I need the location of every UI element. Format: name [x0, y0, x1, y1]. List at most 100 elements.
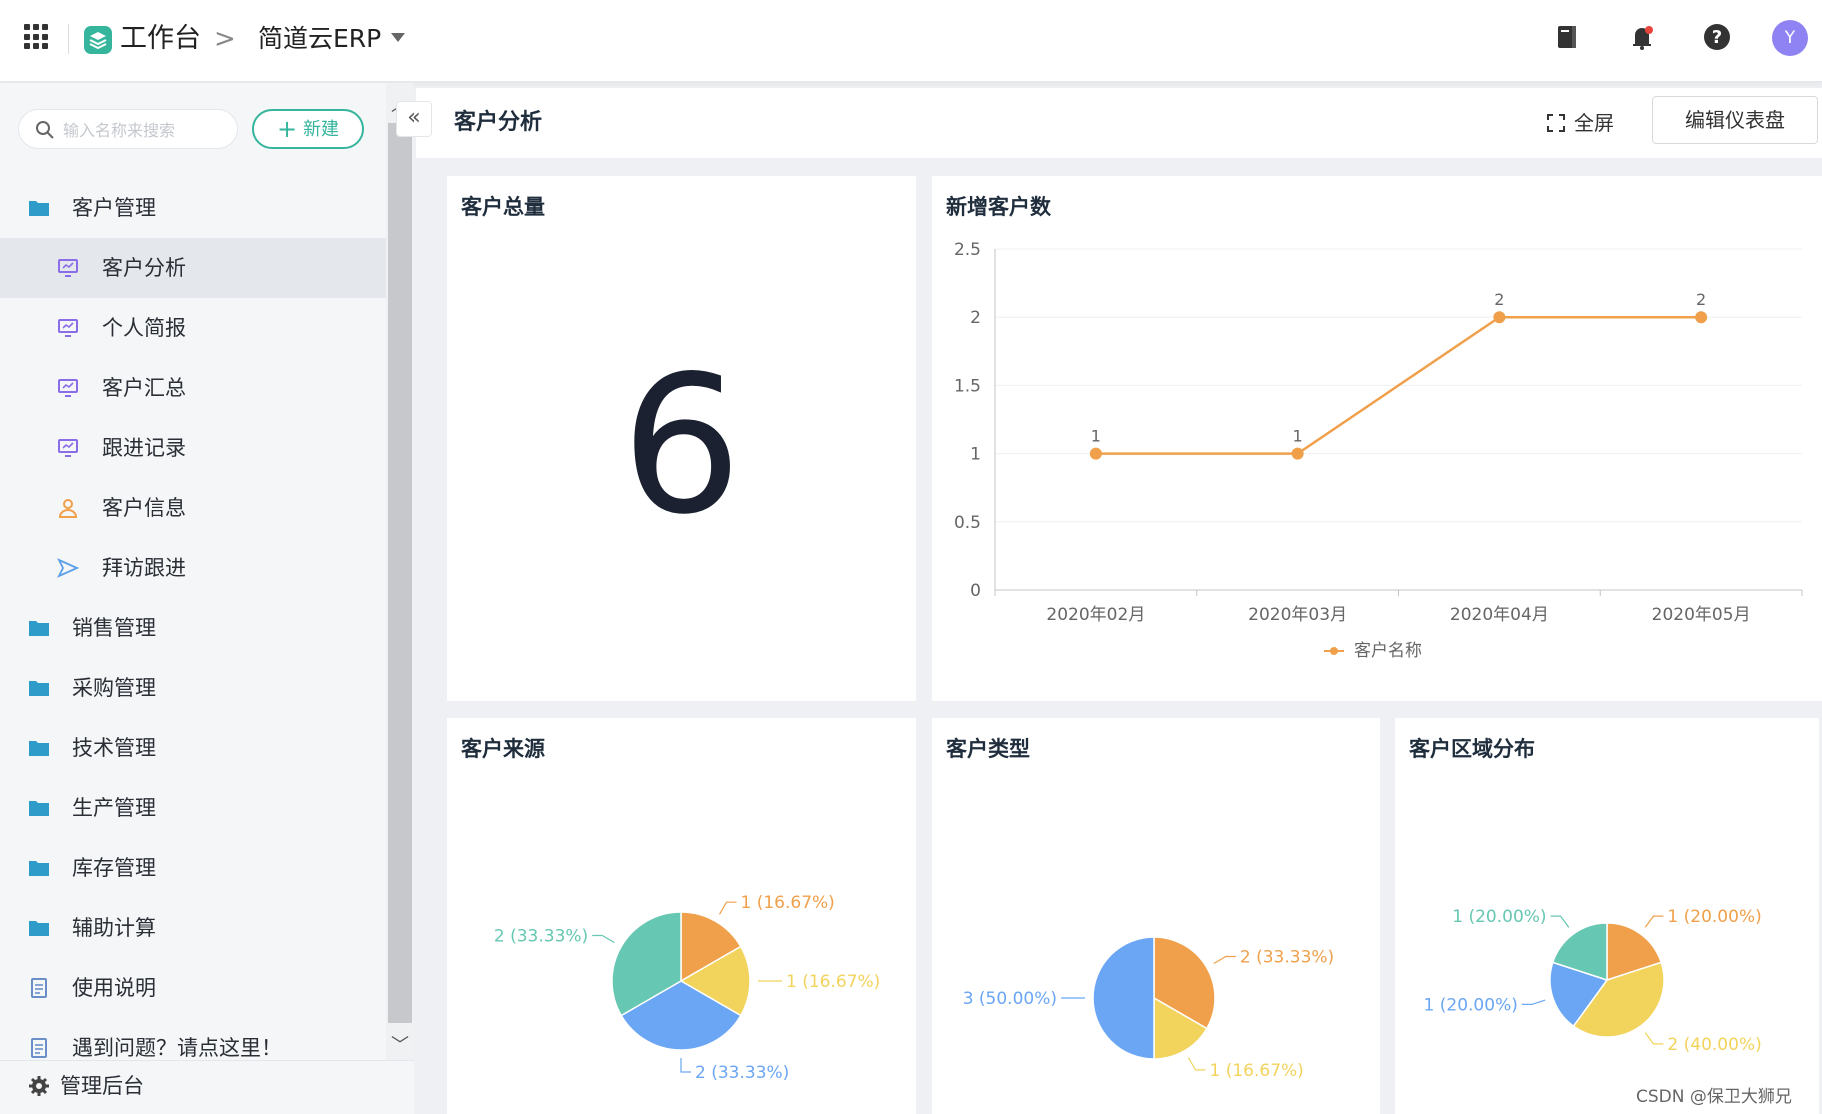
y-tick-label: 0.5: [954, 513, 981, 533]
y-tick-label: 2: [970, 308, 981, 328]
legend-swatch-dot: [1330, 647, 1338, 655]
folder-icon: [29, 801, 49, 816]
sidebar: +新建 客户管理客户分析个人简报客户汇总跟进记录客户信息拜访跟进销售管理采购管理…: [0, 83, 386, 1114]
x-tick-label: 2020年04月: [1450, 605, 1549, 625]
slice-label: 1 (16.67%): [786, 972, 880, 992]
gear-icon: [29, 1076, 49, 1096]
sidebar-scrollbar[interactable]: ︿ ﹀: [386, 83, 414, 1058]
sidebar-item-label: 销售管理: [72, 616, 156, 640]
pie-chart-type: 2 (33.33%) 1 (16.67%) 3 (50.00%): [963, 936, 1334, 1081]
x-tick-label: 2020年03月: [1248, 605, 1347, 625]
slice-label: 2 (33.33%): [494, 927, 588, 947]
y-tick-label: 2.5: [954, 240, 981, 260]
collapse-sidebar-icon[interactable]: «: [396, 101, 432, 137]
slice-label-leader: [1550, 915, 1570, 928]
slice-label-leader: [1644, 1032, 1664, 1045]
dashboard-icon: [58, 379, 78, 397]
sidebar-item[interactable]: 销售管理: [0, 598, 386, 658]
slice-label-leader: [1213, 955, 1236, 965]
sidebar-item[interactable]: 客户汇总: [0, 358, 386, 418]
scrollbar-thumb[interactable]: [388, 123, 412, 1023]
top-bar: 工作台 > 简道云ERP ? Y: [0, 0, 1822, 82]
dashboard-header: 客户分析 全屏 编辑仪表盘: [416, 88, 1822, 158]
sidebar-item-label: 客户管理: [72, 196, 156, 220]
slice-label: 2 (33.33%): [1240, 948, 1334, 968]
breadcrumb-separator: >: [214, 24, 236, 54]
slice-label-leader: [1644, 915, 1664, 928]
sidebar-item-label: 生产管理: [72, 796, 156, 820]
sidebar-item[interactable]: 跟进记录: [0, 418, 386, 478]
sidebar-item[interactable]: 客户分析: [0, 238, 386, 298]
sidebar-item[interactable]: 辅助计算: [0, 898, 386, 958]
sidebar-item[interactable]: 客户信息: [0, 478, 386, 538]
bell-icon[interactable]: [1625, 20, 1659, 54]
card-total-customers: 客户总量 6: [447, 176, 916, 701]
line-chart: 0 0.5 1 1.5 2 2.5 2020年02月 2020年03月 2020年04月 2020…: [954, 240, 1803, 661]
send-icon: [57, 558, 79, 578]
x-tick-label: 2020年02月: [1046, 605, 1145, 625]
data-point: [1089, 447, 1102, 460]
pie-slice: [1092, 936, 1155, 1060]
app-name[interactable]: 简道云ERP: [258, 20, 381, 58]
fullscreen-label: 全屏: [1574, 111, 1614, 135]
folder-icon: [29, 201, 49, 216]
sidebar-item-label: 库存管理: [72, 856, 156, 880]
slice-label-leader: [1521, 999, 1546, 1006]
search-input[interactable]: [63, 118, 233, 142]
sidebar-nav: 客户管理客户分析 个人简报 客户汇总 跟进记录 客户信息拜访跟进销售管理采购管理技术管理…: [0, 178, 386, 1078]
folder-icon: [29, 861, 49, 876]
dashboard-icon: [58, 439, 78, 457]
pie-chart-region: 1 (20.00%) 2 (40.00%) 1 (20.00%) 1 (20.00%): [1424, 907, 1762, 1055]
sidebar-item-label: 采购管理: [72, 676, 156, 700]
divider: [68, 24, 69, 54]
pie-chart-source: 1 (16.67%) 1 (16.67%) 2 (33.33%) 2 (33.33%): [494, 893, 880, 1083]
chevron-down-icon[interactable]: [391, 33, 405, 42]
y-tick-label: 0: [970, 581, 981, 601]
sidebar-item[interactable]: 技术管理: [0, 718, 386, 778]
sidebar-item-label: 拜访跟进: [102, 556, 186, 580]
sidebar-item[interactable]: 拜访跟进: [0, 538, 386, 598]
admin-console-label: 管理后台: [60, 1074, 144, 1098]
new-button[interactable]: + 新建: [252, 109, 364, 149]
data-label: 2: [1494, 290, 1504, 309]
sidebar-item[interactable]: 生产管理: [0, 778, 386, 838]
data-label: 2: [1696, 290, 1706, 309]
sidebar-item[interactable]: 使用说明: [0, 958, 386, 1018]
y-tick-label: 1.5: [954, 376, 981, 396]
edit-dashboard-button[interactable]: 编辑仪表盘: [1652, 96, 1818, 144]
notebook-icon[interactable]: [1550, 20, 1584, 54]
slice-label-leader: [592, 934, 615, 944]
page-title: 客户分析: [454, 110, 543, 135]
slice-label: 1 (20.00%): [1424, 995, 1518, 1015]
sidebar-item-label: 辅助计算: [72, 916, 156, 940]
scroll-down-icon[interactable]: ﹀: [391, 1031, 409, 1057]
workspace-title[interactable]: 工作台: [120, 20, 201, 58]
folder-icon: [29, 681, 49, 696]
card-customer-type: 客户类型 2 (33.33%) 1 (16.67%) 3 (50.00%): [932, 718, 1380, 1114]
slice-label: 1 (20.00%): [1667, 907, 1761, 927]
admin-console-link[interactable]: 管理后台: [0, 1060, 414, 1114]
help-icon[interactable]: ?: [1700, 20, 1734, 54]
folder-icon: [29, 921, 49, 936]
slice-label: 3 (50.00%): [963, 989, 1057, 1009]
total-customers-value: 6: [621, 335, 742, 556]
sidebar-item[interactable]: 库存管理: [0, 838, 386, 898]
slice-label: 1 (20.00%): [1452, 907, 1546, 927]
card-new-customers: 新增客户数 0 0.5 1 1.5 2 2.5 2020年02月 2020年03月 2020年0…: [932, 176, 1822, 701]
sidebar-item[interactable]: 采购管理: [0, 658, 386, 718]
fullscreen-button[interactable]: 全屏: [1546, 104, 1614, 142]
sidebar-item-label: 遇到问题？请点这里！: [72, 1036, 282, 1060]
sidebar-item[interactable]: 个人简报: [0, 298, 386, 358]
apps-grid-icon[interactable]: [24, 24, 50, 50]
sidebar-search[interactable]: [18, 109, 238, 149]
folder-icon: [29, 741, 49, 756]
slice-label: 2 (33.33%): [695, 1063, 789, 1083]
sidebar-item[interactable]: 客户管理: [0, 178, 386, 238]
workspace-logo-icon[interactable]: [82, 24, 114, 56]
card-customer-source: 客户来源 1 (16.67%) 1 (16.67%) 2 (33.33%) 2 (33…: [447, 718, 916, 1114]
y-tick-label: 1: [970, 445, 981, 465]
avatar[interactable]: Y: [1772, 20, 1808, 56]
person-icon: [58, 499, 78, 518]
search-icon: [36, 121, 54, 139]
data-point: [1291, 447, 1304, 460]
